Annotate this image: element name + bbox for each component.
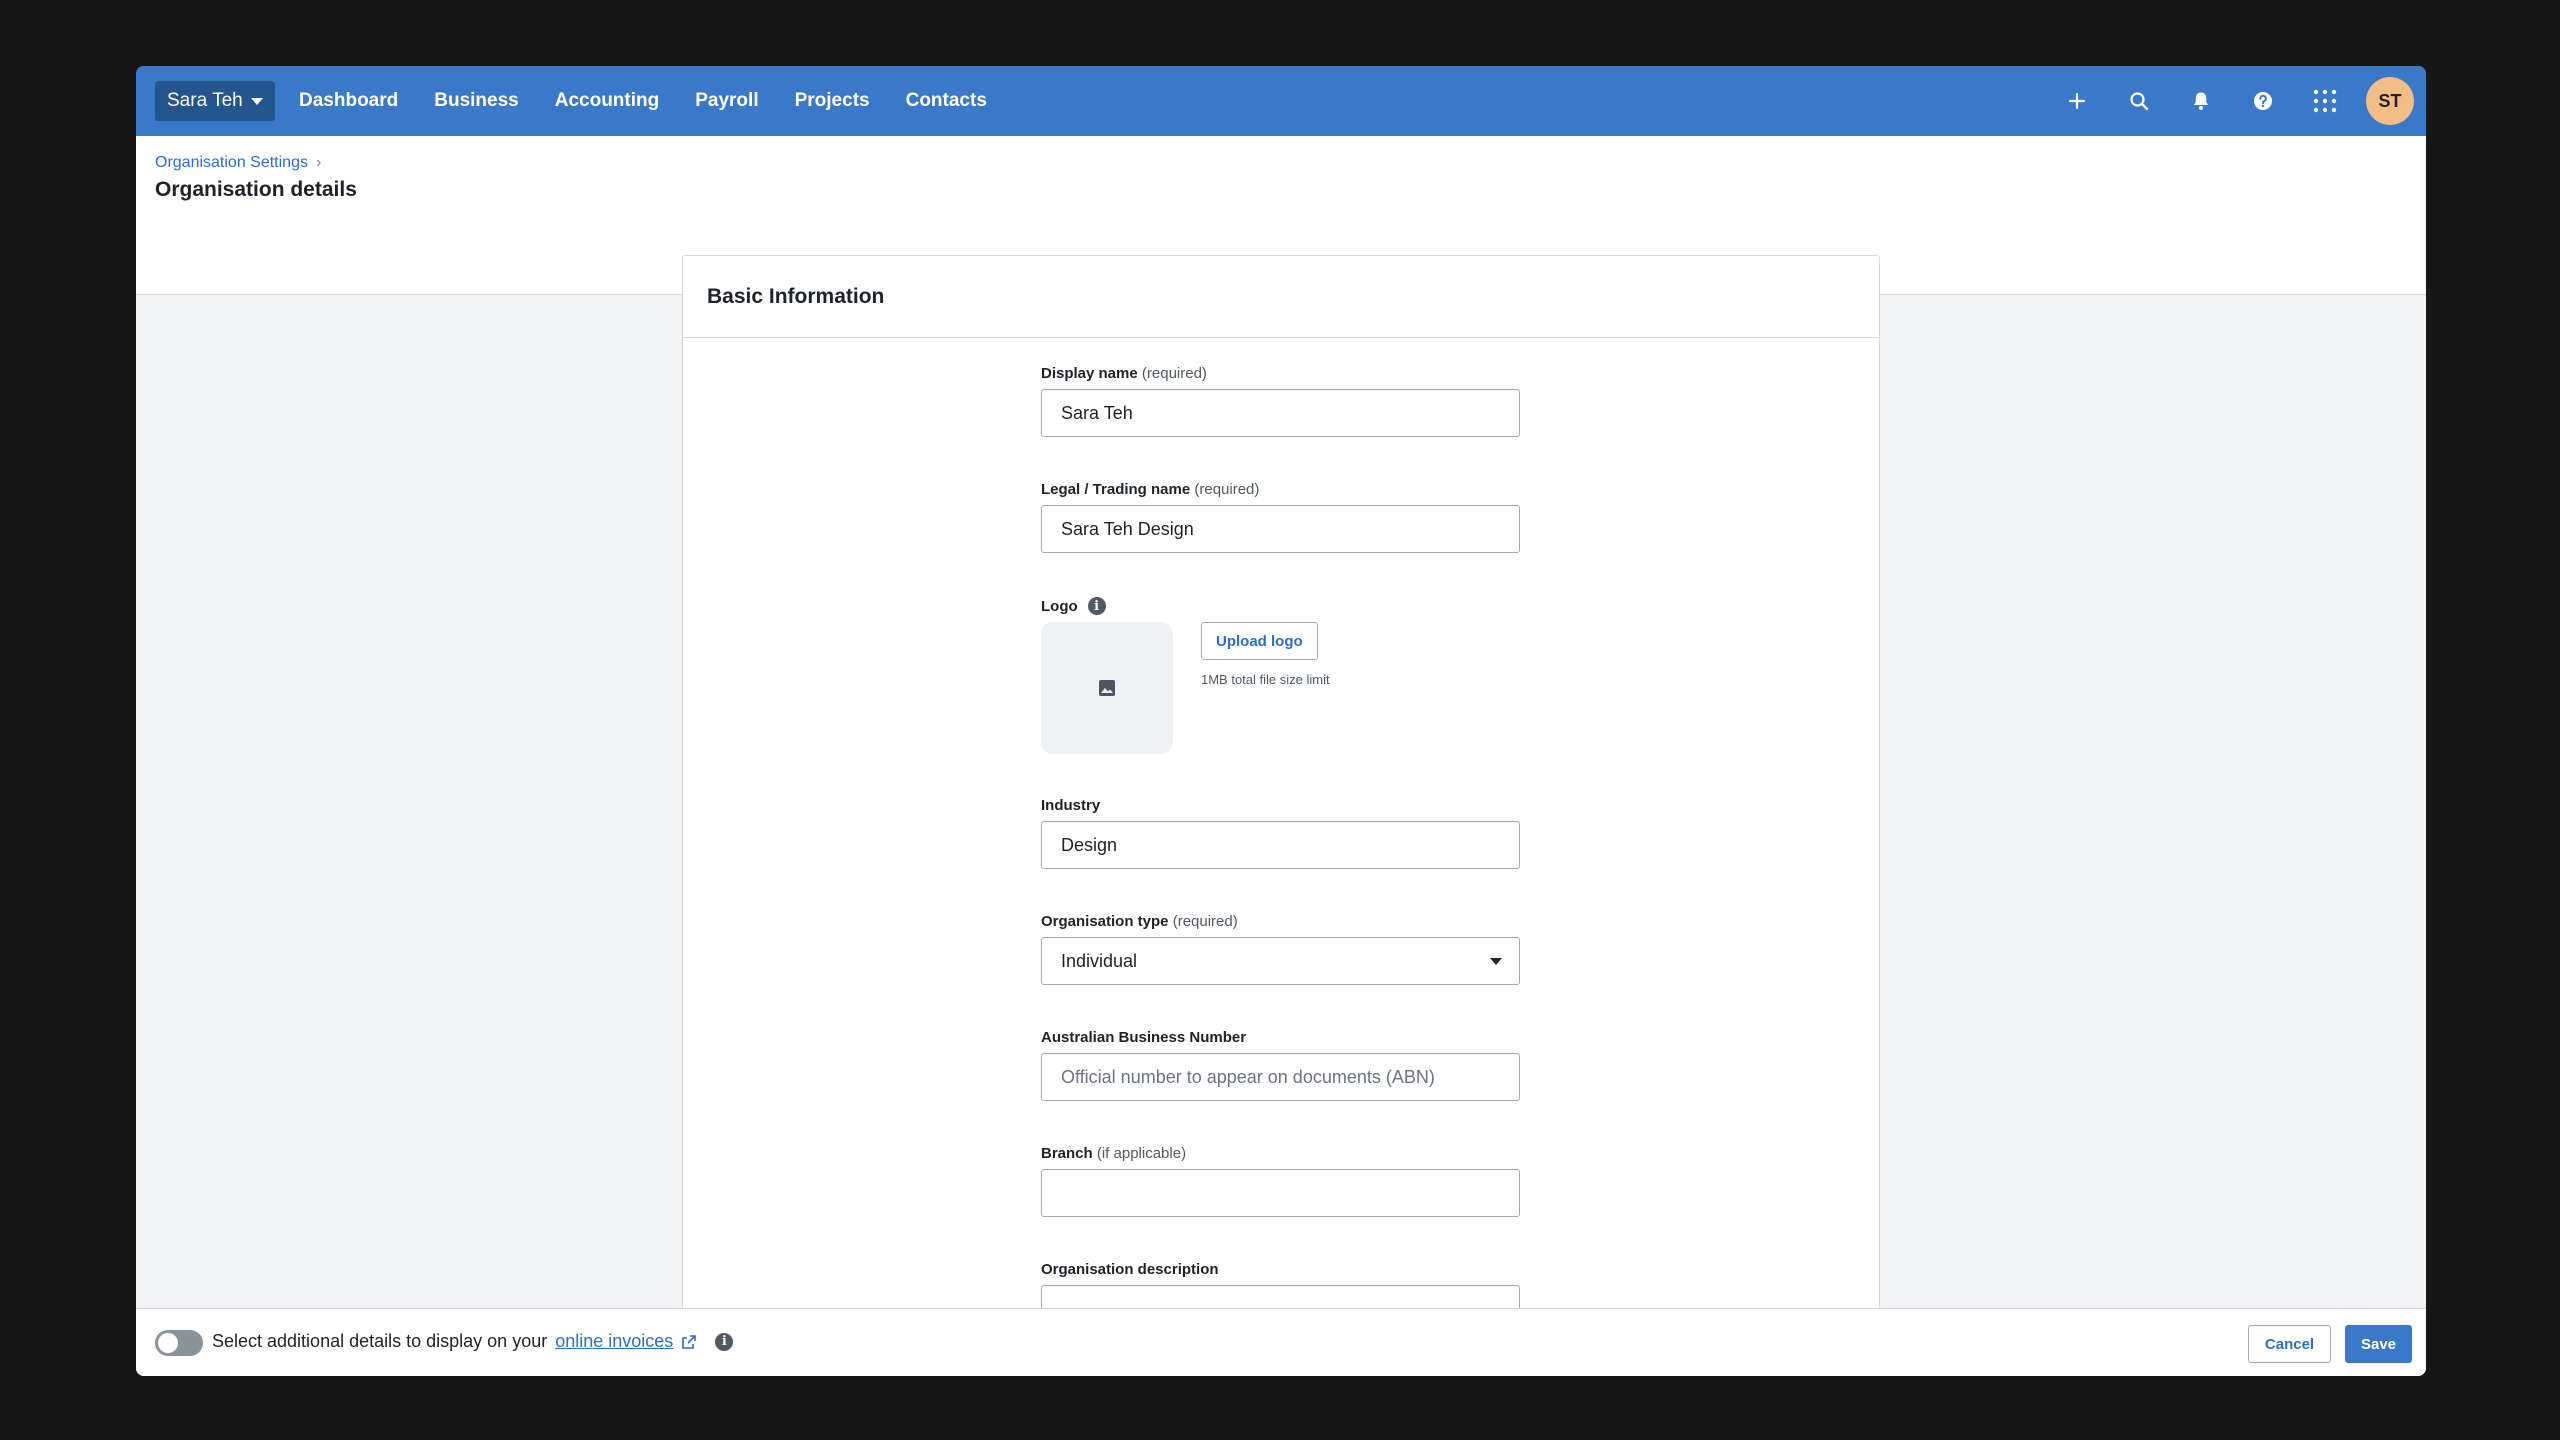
breadcrumb: Organisation Settings › — [155, 154, 321, 172]
save-button[interactable]: Save — [2345, 1325, 2412, 1363]
abn-input[interactable]: Official number to appear on documents (… — [1041, 1053, 1520, 1101]
upload-note: 1MB total file size limit — [1201, 672, 1330, 687]
legal-name-label: Legal / Trading name (required) — [1041, 481, 1260, 498]
toggle-knob — [158, 1333, 178, 1353]
nav-payroll[interactable]: Payroll — [695, 90, 758, 112]
chevron-down-icon — [1490, 957, 1502, 965]
org-type-value: Individual — [1061, 950, 1138, 971]
branch-label: Branch (if applicable) — [1041, 1145, 1187, 1162]
basic-info-card: Basic Information Display name (required… — [682, 255, 1880, 1376]
card-header: Basic Information — [683, 256, 1879, 338]
invoice-details-toggle[interactable] — [155, 1330, 203, 1356]
org-name: Sara Teh — [167, 90, 243, 111]
org-type-field: Organisation type (required) Individual — [1041, 913, 1520, 985]
logo-field: Logo i Upload logo 1MB total file size l… — [1041, 597, 1520, 757]
nav-accounting[interactable]: Accounting — [555, 90, 660, 112]
external-link-icon — [682, 1334, 697, 1349]
industry-input[interactable]: Design — [1041, 821, 1520, 869]
abn-label: Australian Business Number — [1041, 1029, 1247, 1046]
nav-links: Dashboard Business Accounting Payroll Pr… — [299, 66, 1023, 136]
branch-input[interactable] — [1041, 1169, 1520, 1217]
logo-placeholder[interactable] — [1041, 622, 1173, 754]
nav-projects[interactable]: Projects — [795, 90, 870, 112]
description-label: Organisation description — [1041, 1261, 1219, 1278]
search-icon[interactable] — [2108, 66, 2170, 136]
legal-name-field: Legal / Trading name (required) Sara Teh… — [1041, 481, 1520, 553]
app-window: Sara Teh Dashboard Business Accounting P… — [136, 66, 2426, 1376]
footer-bar: Select additional details to display on … — [136, 1308, 2426, 1376]
help-icon[interactable] — [2232, 66, 2294, 136]
org-type-label: Organisation type (required) — [1041, 913, 1238, 930]
apps-grid-icon[interactable] — [2294, 66, 2356, 136]
display-name-label: Display name (required) — [1041, 365, 1207, 382]
card-title: Basic Information — [707, 284, 885, 308]
breadcrumb-link[interactable]: Organisation Settings — [155, 154, 308, 172]
nav-contacts[interactable]: Contacts — [906, 90, 987, 112]
footer-text: Select additional details to display on … — [212, 1331, 734, 1352]
abn-field: Australian Business Number Official numb… — [1041, 1029, 1520, 1101]
cancel-button[interactable]: Cancel — [2248, 1325, 2331, 1363]
page-title: Organisation details — [155, 178, 357, 201]
plus-icon[interactable] — [2046, 66, 2108, 136]
org-switcher-button[interactable]: Sara Teh — [155, 81, 275, 121]
image-icon — [1099, 680, 1115, 696]
org-type-select[interactable]: Individual — [1041, 937, 1520, 985]
chevron-right-icon: › — [315, 154, 322, 171]
branch-field: Branch (if applicable) — [1041, 1145, 1520, 1217]
nav-icons: ST — [2046, 66, 2414, 136]
industry-label: Industry — [1041, 797, 1101, 814]
legal-name-input[interactable]: Sara Teh Design — [1041, 505, 1520, 553]
nav-dashboard[interactable]: Dashboard — [299, 90, 398, 112]
logo-label: Logo i — [1041, 597, 1520, 615]
info-icon[interactable]: i — [1087, 597, 1106, 615]
chevron-down-icon — [250, 97, 263, 105]
upload-logo-button[interactable]: Upload logo — [1201, 622, 1318, 660]
industry-field: Industry Design — [1041, 797, 1520, 869]
avatar[interactable]: ST — [2366, 77, 2414, 125]
info-icon[interactable]: i — [715, 1332, 734, 1351]
online-invoices-link[interactable]: online invoices — [555, 1331, 673, 1352]
bell-icon[interactable] — [2170, 66, 2232, 136]
display-name-field: Display name (required) Sara Teh — [1041, 365, 1520, 437]
nav-business[interactable]: Business — [434, 90, 518, 112]
display-name-input[interactable]: Sara Teh — [1041, 389, 1520, 437]
top-nav: Sara Teh Dashboard Business Accounting P… — [136, 66, 2426, 136]
